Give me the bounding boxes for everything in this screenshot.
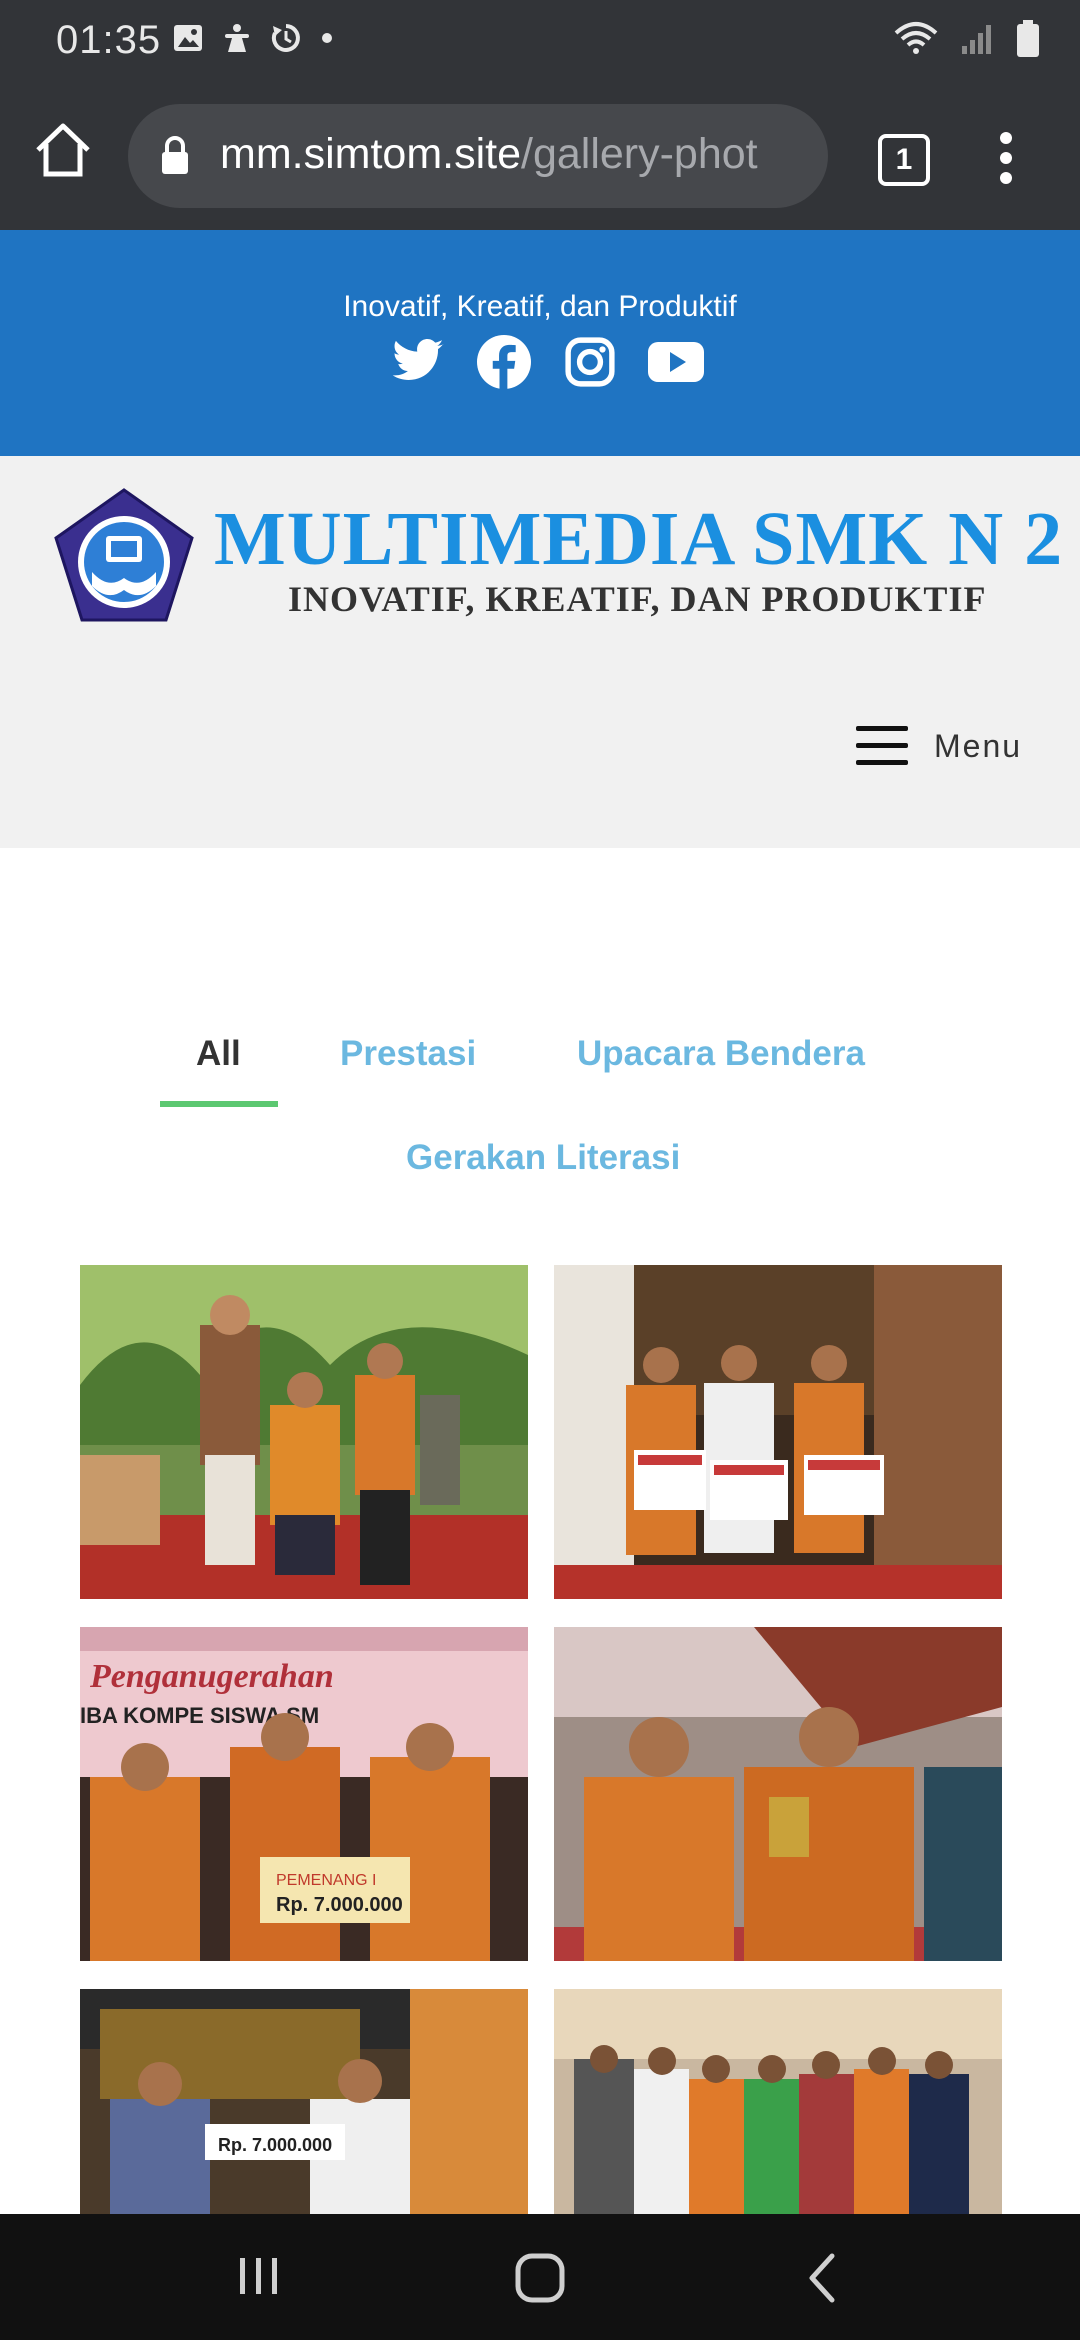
gallery-photo[interactable] — [554, 1265, 1002, 1599]
battery-icon — [1016, 20, 1040, 63]
dot-icon — [320, 31, 334, 50]
filter-tab-prestasi[interactable]: Prestasi — [340, 1034, 476, 1074]
filter-tab-all[interactable]: All — [196, 1034, 241, 1074]
url-path: /gallery-phot — [521, 130, 758, 178]
facebook-icon[interactable] — [476, 334, 532, 390]
active-tab-indicator — [160, 1101, 278, 1107]
site-tagline: Inovatif, Kreatif, dan Produktif — [343, 290, 737, 323]
lock-icon — [160, 136, 190, 181]
gallery-photo[interactable] — [554, 1989, 1002, 2214]
menu-button[interactable]: Menu — [856, 720, 1022, 772]
multimedia-logo[interactable] — [52, 486, 196, 626]
top-banner: Inovatif, Kreatif, dan Produktif — [0, 230, 1080, 456]
youtube-icon[interactable] — [648, 334, 704, 390]
social-links — [390, 334, 704, 390]
gallery-photo[interactable]: Rp. 7.000.000 — [80, 1989, 528, 2214]
home-icon — [36, 123, 90, 177]
tab-switcher-button[interactable]: 1 — [878, 134, 930, 186]
svg-text:PEMENANG I: PEMENANG I — [276, 1872, 376, 1889]
instagram-icon[interactable] — [562, 334, 618, 390]
url-domain: mm.simtom.site — [220, 130, 521, 178]
wifi-icon — [894, 21, 938, 62]
status-bar: 01:35 — [0, 0, 1080, 82]
filter-tab-gerakan-literasi[interactable]: Gerakan Literasi — [406, 1138, 680, 1178]
recent-apps-icon[interactable] — [236, 2254, 282, 2303]
filter-tab-upacara-bendera[interactable]: Upacara Bendera — [577, 1034, 865, 1074]
site-header: MULTIMEDIA SMK N 2 PATI INOVATIF, KREATI… — [0, 456, 1080, 848]
svg-text:Rp. 7.000.000: Rp. 7.000.000 — [218, 2135, 332, 2155]
address-bar[interactable]: mm.simtom.site/gallery-phot — [128, 104, 828, 208]
gallery-photo[interactable] — [80, 1265, 528, 1599]
status-time: 01:35 — [56, 18, 162, 62]
image-icon — [172, 23, 204, 58]
svg-text:Penganugerahan: Penganugerahan — [89, 1658, 334, 1695]
twitter-icon[interactable] — [390, 334, 446, 390]
brand-subtitle: INOVATIF, KREATIF, DAN PRODUKTIF — [288, 579, 987, 619]
brand-title: MULTIMEDIA SMK N 2 PATI — [214, 497, 1080, 581]
signal-icon — [960, 22, 994, 61]
sync-icon — [270, 22, 302, 59]
overflow-menu-button[interactable] — [996, 128, 1016, 188]
browser-toolbar: mm.simtom.site/gallery-phot 1 — [0, 82, 1080, 230]
system-nav-bar — [0, 2214, 1080, 2340]
more-vert-icon — [1000, 132, 1012, 184]
url-text: mm.simtom.site/gallery-phot — [220, 130, 758, 179]
home-icon[interactable] — [514, 2252, 566, 2309]
svg-text:Rp. 7.000.000: Rp. 7.000.000 — [276, 1894, 403, 1916]
browser-home-button[interactable] — [30, 118, 96, 184]
menu-label: Menu — [934, 727, 1023, 764]
back-icon[interactable] — [804, 2252, 838, 2309]
gallery-photo[interactable]: Penganugerahan IBA KOMPE SISWA SM PEMENA… — [80, 1627, 528, 1961]
gallery-photo[interactable] — [554, 1627, 1002, 1961]
accessibility-icon — [222, 22, 252, 59]
hamburger-icon — [856, 726, 908, 766]
